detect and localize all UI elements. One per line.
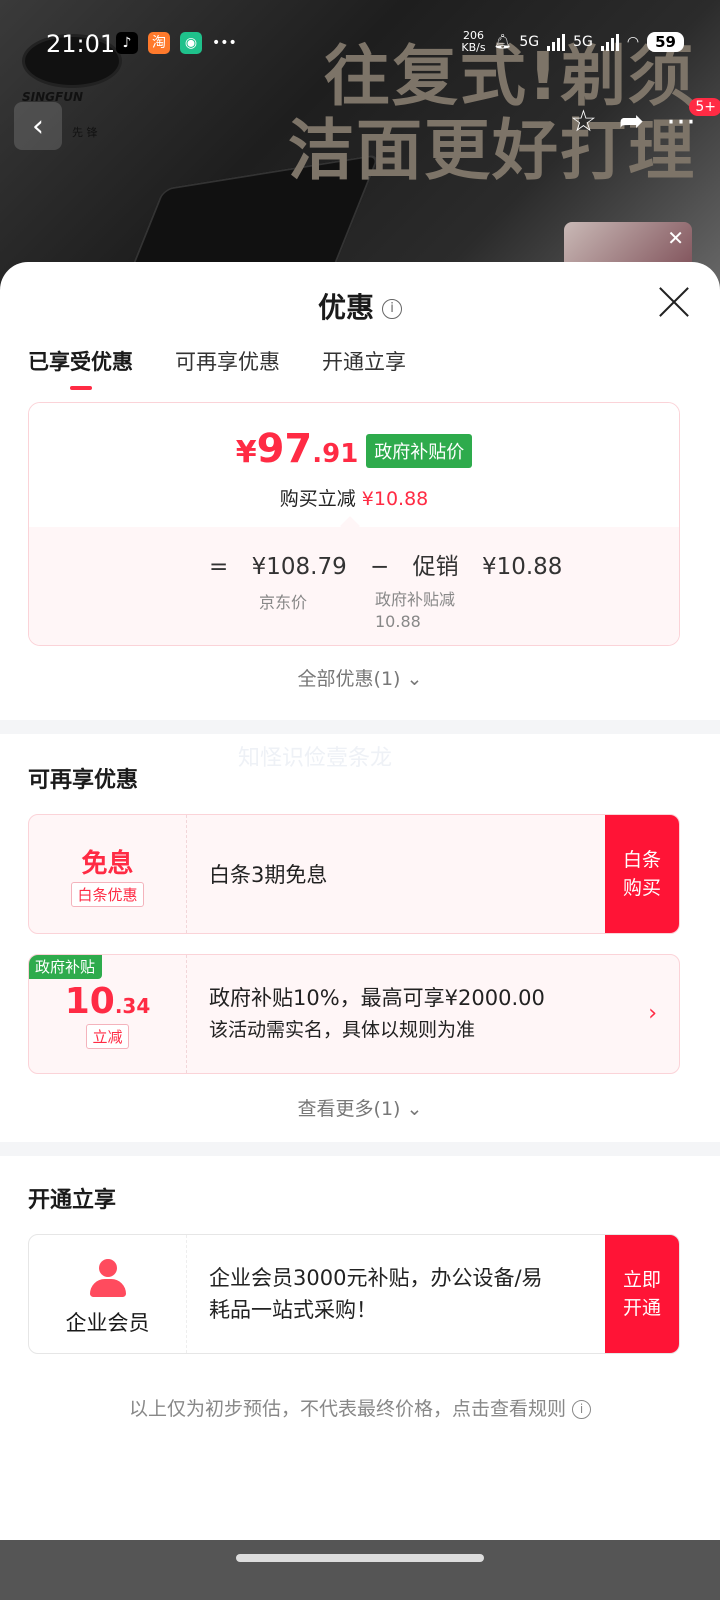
person-icon (88, 1259, 128, 1299)
tab-open-enjoy[interactable]: 开通立享 (322, 346, 406, 376)
network-type-2: 5G (573, 34, 593, 50)
jd-price: ¥108.79 (251, 554, 347, 580)
see-more-toggle[interactable]: 查看更多(1) ⌄ (0, 1094, 720, 1121)
offer-big-label: 免息 (81, 849, 134, 879)
divider (0, 1142, 720, 1156)
sheet-title: 优惠 i (0, 286, 720, 326)
section-title-more: 可再享优惠 (28, 768, 139, 793)
member-desc-1: 企业会员3000元补贴，办公设备/易 (209, 1266, 543, 1290)
app-icon: ◉ (180, 32, 202, 54)
net-speed: 206 KB/s (461, 29, 486, 54)
instant-cut-tag: 立减 (86, 1024, 129, 1049)
offers-sheet: 优惠 i 已享受优惠 可再享优惠 开通立享 ¥97.91 政府补贴价 购买立减 ¥1… (0, 262, 720, 1600)
section-title-open: 开通立享 (28, 1188, 117, 1213)
close-button[interactable] (656, 284, 692, 320)
offer-tag: 白条优惠 (71, 882, 144, 907)
offer-desc: 白条3期免息 (209, 863, 328, 887)
instant-cut: 购买立减 ¥10.88 (279, 488, 429, 510)
share-icon[interactable]: ➦ (619, 104, 644, 139)
final-price: ¥97.91 (235, 426, 359, 472)
gov-subsidy-tag: 政府补贴价 (366, 434, 473, 468)
divider (0, 720, 720, 734)
subsidy-desc: 政府补贴10%，最高可享¥2000.00 (209, 986, 545, 1010)
taobao-icon: 淘 (148, 32, 170, 54)
price-card: ¥97.91 政府补贴价 购买立减 ¥10.88 = ¥108.79 − 促销 ¥… (28, 402, 680, 646)
system-nav-bar (0, 1540, 720, 1600)
enterprise-member-card[interactable]: 企业会员 企业会员3000元补贴，办公设备/易 耗品一站式采购！ 立即 开通 (28, 1234, 680, 1354)
wifi-icon: ◠ (626, 34, 640, 50)
signal-icon (547, 33, 566, 51)
clock: 21:01 (46, 30, 116, 58)
baitiao-offer-card[interactable]: 免息 白条优惠 白条3期免息 白条 购买 (28, 814, 680, 934)
baitiao-buy-button[interactable]: 白条 购买 (605, 815, 679, 933)
brand-name-cn: 先 锋 (72, 126, 98, 139)
star-icon[interactable]: ☆ (570, 104, 597, 139)
offer-tabs: 已享受优惠 可再享优惠 开通立享 (28, 346, 406, 390)
info-icon[interactable]: i (382, 299, 402, 319)
home-indicator[interactable] (236, 1554, 484, 1562)
tab-enjoyed[interactable]: 已享受优惠 (28, 346, 133, 390)
signal-icon-2 (600, 33, 619, 51)
battery-level: 59 (647, 32, 684, 52)
network-type-1: 5G (519, 34, 540, 50)
open-now-button[interactable]: 立即 开通 (605, 1235, 679, 1353)
status-bar: 21:01 ♪ 淘 ◉ ••• 206 KB/s 🔔︎ 5G 5G ◠ 59 (0, 30, 720, 64)
gov-subsidy-corner: 政府补贴 (29, 955, 103, 979)
gov-subsidy-card[interactable]: 10.34 立减 政府补贴 政府补贴10%，最高可享¥2000.00 该活动需实… (28, 954, 680, 1074)
tiktok-icon: ♪ (116, 32, 138, 54)
gov-cut-label: 政府补贴减 10.88 (375, 590, 456, 631)
member-desc-2: 耗品一站式采购！ (209, 1298, 377, 1322)
notification-badge: 5+ (689, 98, 720, 116)
chevron-down-icon: ⌄ (406, 1098, 423, 1120)
subsidy-note: 该活动需实名，具体以规则为准 (209, 1019, 476, 1041)
chevron-right-icon[interactable]: › (648, 1001, 657, 1026)
chevron-down-icon: ⌄ (406, 668, 423, 690)
bell-icon: 🔔︎ (493, 34, 512, 50)
all-offers-toggle[interactable]: 全部优惠(1) ⌄ (0, 664, 720, 691)
rules-note[interactable]: 以上仅为初步预估，不代表最终价格，点击查看规则 i (0, 1394, 720, 1421)
watermark: 知怪识俭壹条龙 (238, 746, 393, 771)
close-icon[interactable]: ✕ (667, 226, 684, 250)
chevron-left-icon: ‹ (32, 108, 44, 144)
promo-amount: 促销 ¥10.88 (412, 554, 563, 580)
price-breakdown: = ¥108.79 − 促销 ¥10.88 京东价 政府补贴减 10.88 (29, 527, 679, 645)
info-icon: i (572, 1400, 591, 1419)
jd-price-label: 京东价 (259, 593, 308, 612)
back-button[interactable]: ‹ (14, 102, 62, 150)
member-label: 企业会员 (65, 1311, 150, 1335)
subsidy-amount: 10.34 (64, 981, 151, 1022)
tab-more-offers[interactable]: 可再享优惠 (175, 346, 280, 376)
more-button[interactable]: ⋯ 5+ (666, 98, 720, 139)
more-dots-icon: ••• (212, 35, 237, 51)
